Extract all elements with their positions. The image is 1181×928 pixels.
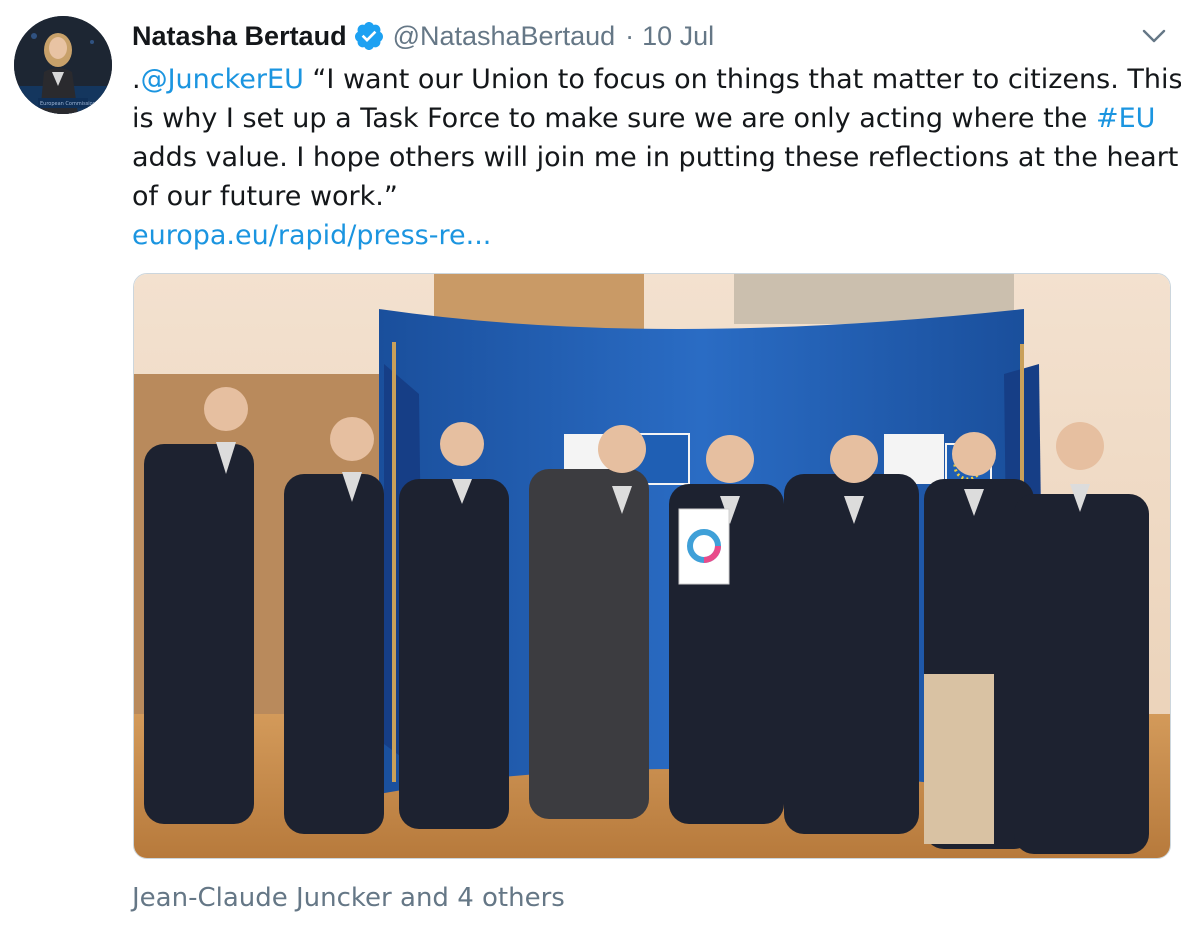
tagged-people-link[interactable]: Jean-Claude Juncker and 4 others (132, 883, 565, 913)
chevron-down-icon[interactable] (1140, 22, 1168, 50)
author-name[interactable]: Natasha Bertaud (132, 21, 347, 52)
tweet-line: is why I set up a Task Force to make sur… (132, 99, 1162, 138)
author-handle[interactable]: @NatashaBertaud (393, 21, 616, 52)
verified-badge-icon (353, 20, 385, 52)
hashtag-link[interactable]: #EU (1096, 103, 1155, 134)
text-prefix: . (132, 64, 141, 95)
tweet-line: .@JunckerEU “I want our Union to focus o… (132, 60, 1181, 99)
header-separator: · (625, 20, 635, 51)
tweet-date[interactable]: 10 Jul (642, 21, 714, 52)
tweet-line: adds value. I hope others will join me i… (132, 142, 1179, 173)
tweet-photo[interactable] (133, 273, 1171, 859)
tweet-header: Natasha Bertaud @NatashaBertaud · 10 Jul (132, 16, 714, 56)
url-link[interactable]: europa.eu/rapid/press-re... (132, 220, 491, 251)
svg-text:European Commission: European Commission (40, 101, 96, 107)
tweet-text: .@JunckerEU “I want our Union to focus o… (132, 60, 1181, 255)
tweet-line-text: is why I set up a Task Force to make sur… (132, 103, 1096, 134)
tweet-line: of our future work.” (132, 181, 398, 212)
avatar-portrait-icon: European Commission (14, 16, 112, 114)
photo-group-icon (134, 274, 1170, 858)
mention-link[interactable]: @JunckerEU (141, 64, 304, 95)
tweet-line-text: “I want our Union to focus on things tha… (303, 64, 1181, 95)
author-avatar[interactable]: European Commission (14, 16, 112, 114)
